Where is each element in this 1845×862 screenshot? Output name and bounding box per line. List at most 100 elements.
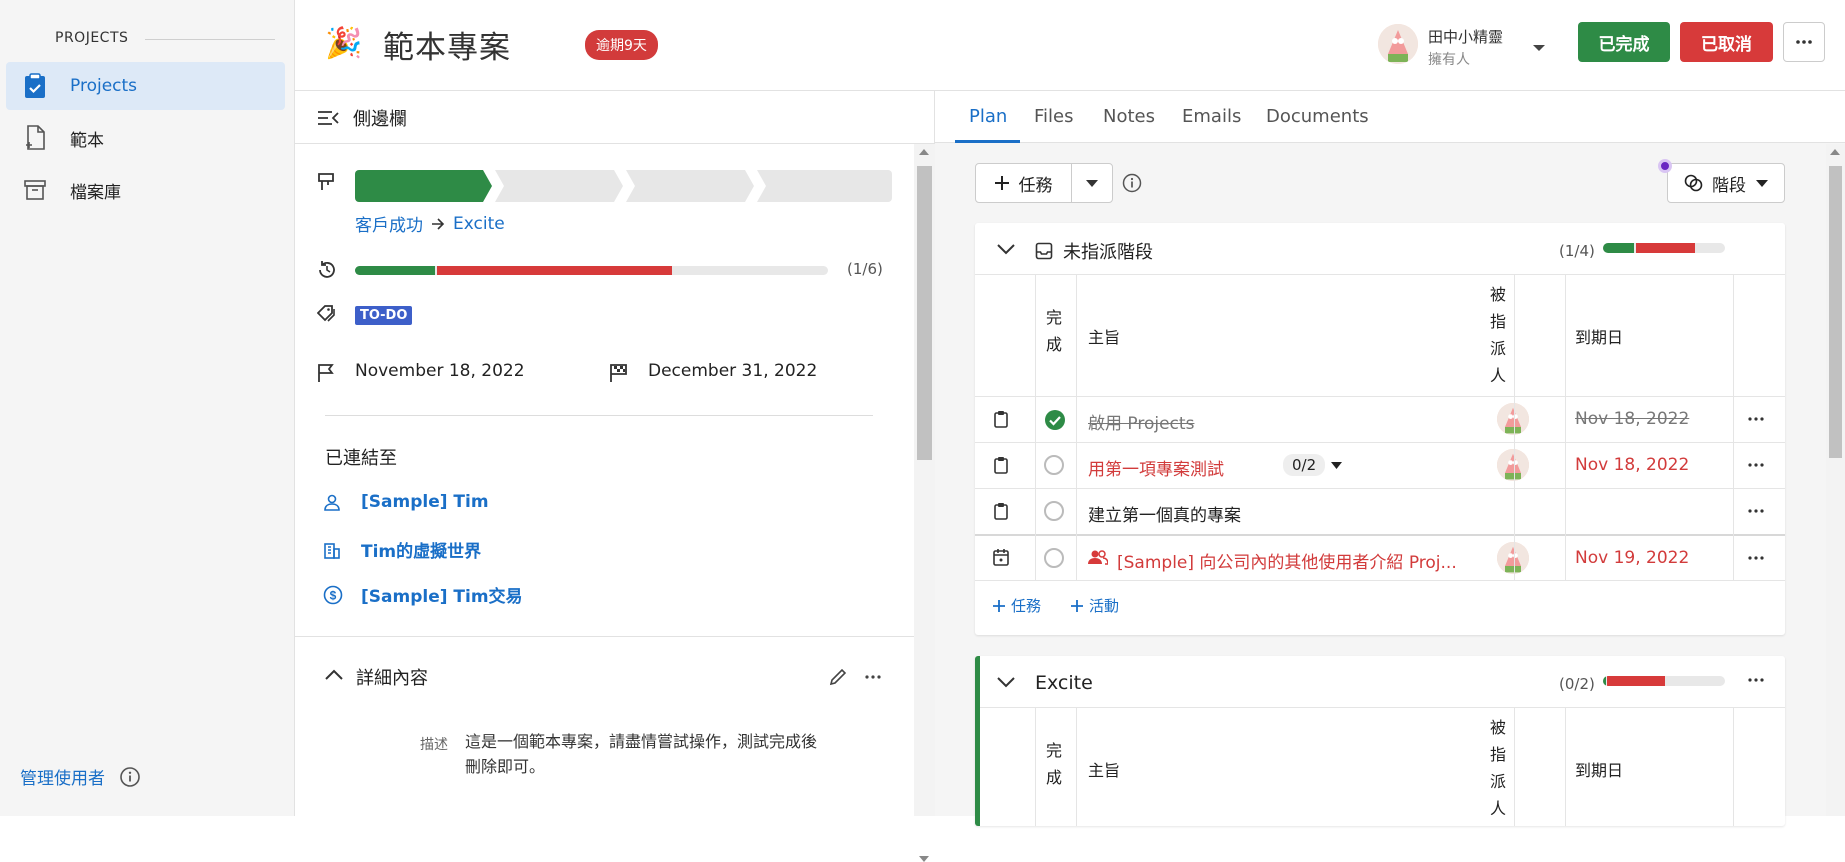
- nav-item-templates[interactable]: 範本: [6, 114, 285, 162]
- tab-documents[interactable]: Documents: [1266, 106, 1369, 127]
- scroll-down-arrow-icon[interactable]: [919, 856, 929, 862]
- tab-notes[interactable]: Notes: [1103, 106, 1155, 127]
- linked-contact[interactable]: [Sample] Tim: [323, 492, 489, 512]
- divider: [975, 580, 1785, 581]
- manage-users-link[interactable]: 管理使用者: [20, 764, 141, 789]
- more-horizontal-icon[interactable]: [1748, 678, 1764, 682]
- empty-circle-checkbox[interactable]: [1044, 455, 1064, 475]
- tab-files[interactable]: Files: [1034, 106, 1074, 127]
- task-subject[interactable]: [Sample] 向公司內的其他使用者介紹 Proj...: [1117, 548, 1472, 573]
- nav-item-label: 範本: [70, 130, 104, 151]
- stage-name-link[interactable]: Excite: [453, 214, 505, 234]
- task-row[interactable]: 用第一項專案測試 0/2 Nov 18, 2022: [975, 442, 1785, 488]
- task-due-date[interactable]: Nov 18, 2022: [1575, 409, 1689, 429]
- info-icon[interactable]: [1122, 173, 1142, 193]
- notification-dot: [1658, 159, 1672, 173]
- nav-item-archive[interactable]: 檔案庫: [6, 166, 285, 214]
- assignee-avatar[interactable]: [1497, 449, 1529, 481]
- plan-scrollbar[interactable]: [1826, 144, 1845, 816]
- more-actions-button[interactable]: [1783, 22, 1825, 62]
- mark-cancelled-button[interactable]: 已取消: [1680, 22, 1773, 62]
- column-divider: [1076, 274, 1077, 580]
- divider: [295, 636, 914, 637]
- end-date[interactable]: December 31, 2022: [648, 361, 817, 381]
- stage-segment[interactable]: [626, 170, 754, 202]
- task-row[interactable]: 建立第一個真的專案: [975, 488, 1785, 534]
- start-date[interactable]: November 18, 2022: [355, 361, 525, 381]
- chevron-down-icon: [1756, 179, 1768, 187]
- check-circle-icon[interactable]: [1044, 409, 1066, 431]
- details-section-heading[interactable]: 詳細內容: [356, 664, 428, 690]
- chevron-down-icon[interactable]: [1331, 462, 1342, 469]
- more-horizontal-icon[interactable]: [1748, 509, 1764, 513]
- scroll-up-arrow-icon[interactable]: [919, 149, 929, 155]
- chevron-up-icon[interactable]: [325, 669, 343, 681]
- task-row[interactable]: 啟用 Projects Nov 18, 2022: [975, 396, 1785, 442]
- task-due-date[interactable]: Nov 18, 2022: [1575, 455, 1689, 475]
- manage-users-label: 管理使用者: [20, 769, 105, 789]
- mark-complete-button[interactable]: 已完成: [1578, 22, 1670, 62]
- add-task-split-button[interactable]: 任務: [975, 163, 1113, 203]
- col-subject-header[interactable]: 主旨: [1088, 757, 1120, 781]
- add-activity-link[interactable]: 活動: [1071, 595, 1119, 616]
- linked-deal[interactable]: $ [Sample] Tim交易: [323, 582, 523, 607]
- stage-progress[interactable]: [355, 170, 895, 202]
- chevron-down-icon: [1086, 179, 1098, 187]
- stage-title[interactable]: 未指派階段: [1063, 238, 1153, 264]
- task-due-date[interactable]: Nov 19, 2022: [1575, 548, 1689, 568]
- empty-circle-checkbox[interactable]: [1044, 548, 1064, 568]
- linked-label: [Sample] Tim交易: [361, 587, 523, 607]
- chevron-down-icon[interactable]: [997, 244, 1015, 255]
- task-row[interactable]: [Sample] 向公司內的其他使用者介紹 Proj... Nov 19, 20…: [975, 534, 1785, 580]
- description-line: 這是一個範本專案，請盡情嘗試操作，測試完成後: [465, 732, 818, 751]
- task-subject[interactable]: 用第一項專案測試: [1088, 455, 1224, 480]
- add-task-button[interactable]: 任務: [976, 164, 1072, 202]
- scroll-up-arrow-icon[interactable]: [1830, 149, 1840, 155]
- col-due-header[interactable]: 到期日: [1575, 324, 1623, 348]
- add-task-dropdown[interactable]: [1072, 179, 1112, 187]
- progress-done-fill: [1603, 676, 1606, 686]
- stage-button[interactable]: 階段: [1667, 163, 1785, 203]
- col-subject-header[interactable]: 主旨: [1088, 324, 1120, 348]
- assignee-avatar[interactable]: [1497, 403, 1529, 435]
- col-due-header[interactable]: 到期日: [1575, 757, 1623, 781]
- nav-item-projects[interactable]: Projects: [6, 62, 285, 110]
- more-horizontal-icon[interactable]: [1748, 417, 1764, 421]
- header-char: 人: [1490, 366, 1507, 385]
- tab-plan[interactable]: Plan: [969, 106, 1007, 127]
- task-subject[interactable]: 建立第一個真的專案: [1088, 501, 1241, 526]
- scrollbar-thumb[interactable]: [1829, 166, 1842, 458]
- column-divider: [1733, 274, 1734, 580]
- owner-avatar[interactable]: [1378, 24, 1418, 64]
- table-header: 完 成 主旨 被 指 派 人 到期日: [975, 274, 1785, 396]
- owner-dropdown-caret-icon[interactable]: [1532, 44, 1546, 52]
- subtask-count-badge[interactable]: 0/2: [1283, 454, 1326, 476]
- linked-organization[interactable]: Tim的虛擬世界: [323, 537, 481, 562]
- tab-emails[interactable]: Emails: [1182, 106, 1241, 127]
- scrollbar-thumb[interactable]: [917, 166, 932, 460]
- task-subject[interactable]: 啟用 Projects: [1088, 409, 1194, 434]
- pencil-icon[interactable]: [829, 668, 847, 686]
- sidebar-toggle[interactable]: 側邊欄: [317, 105, 407, 131]
- tag-badge[interactable]: TO-DO: [355, 306, 413, 325]
- dollar-icon: $: [323, 585, 347, 605]
- stage-title[interactable]: Excite: [1035, 672, 1093, 694]
- assignee-avatar[interactable]: [1497, 542, 1529, 574]
- info-icon[interactable]: [119, 766, 141, 788]
- stage-segment-active[interactable]: [355, 170, 492, 202]
- col-done-header: 完 成: [1046, 304, 1062, 358]
- stage-segment[interactable]: [757, 170, 892, 202]
- more-horizontal-icon[interactable]: [1748, 463, 1764, 467]
- chevron-down-icon[interactable]: [997, 677, 1015, 688]
- description-line: 刪除即可。: [465, 757, 546, 776]
- add-task-link[interactable]: 任務: [993, 595, 1041, 616]
- empty-circle-checkbox[interactable]: [1044, 501, 1064, 521]
- page-title[interactable]: 範本專案: [383, 22, 511, 67]
- pipeline-name-link[interactable]: 客戶成功: [355, 211, 423, 236]
- details-scrollbar[interactable]: [914, 144, 935, 862]
- more-horizontal-icon[interactable]: [865, 675, 881, 679]
- plus-icon: [1071, 599, 1083, 612]
- stage-segment[interactable]: [495, 170, 623, 202]
- more-horizontal-icon[interactable]: [1748, 556, 1764, 560]
- description-text[interactable]: 這是一個範本專案，請盡情嘗試操作，測試完成後 刪除即可。: [465, 729, 817, 779]
